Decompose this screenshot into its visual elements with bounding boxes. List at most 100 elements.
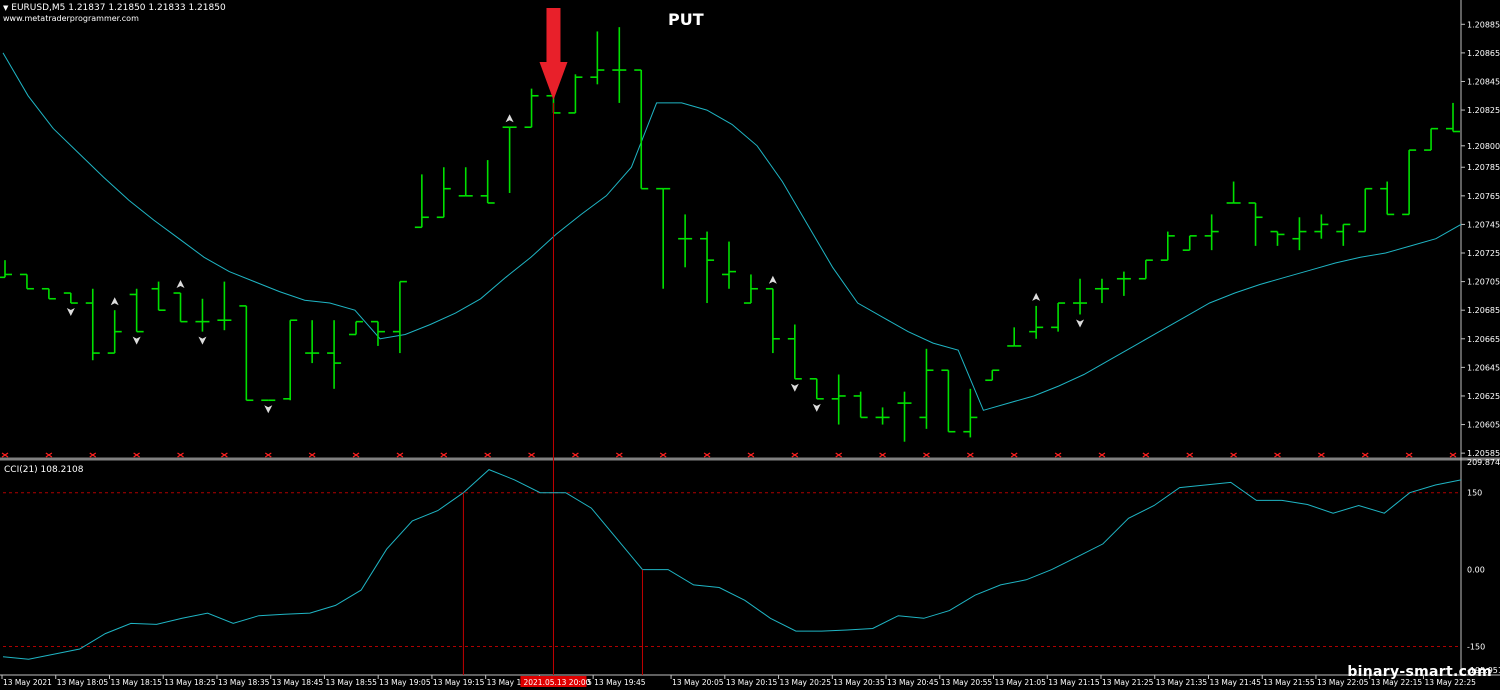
cursor-time-label: 2021.05.13 20:00 (523, 678, 590, 687)
cci-line (2, 469, 1462, 660)
bar-signal-marker (1142, 452, 1150, 458)
time-tick-label: 13 May 20:05 (672, 678, 724, 687)
price-tick-label: 1.20765 (1467, 192, 1500, 201)
up-arrow-marker (505, 114, 514, 123)
time-tick-label: 13 May 20:25 (780, 678, 832, 687)
bar-signal-marker (440, 452, 448, 458)
symbol-line: EURUSD,M5 1.21837 1.21850 1.21833 1.2185… (11, 3, 226, 13)
price-tick-label: 1.20800 (1467, 142, 1500, 151)
bar-signal-marker (1318, 452, 1325, 458)
time-tick-label: 13 May 21:05 (995, 678, 1047, 687)
bar-signal-marker (1361, 452, 1369, 458)
down-arrow-marker (790, 383, 799, 392)
up-arrow-marker (176, 280, 185, 289)
price-tick-label: 1.20665 (1467, 335, 1500, 344)
time-tick-label: 13 May 19:45 (594, 678, 646, 687)
time-tick-label: 13 May 20:45 (887, 678, 939, 687)
price-tick-label: 1.20625 (1467, 392, 1500, 401)
time-tick-label: 13 May 18:45 (272, 678, 324, 687)
cci-tick-label: 0.00 (1467, 566, 1485, 575)
down-arrow-marker (198, 336, 207, 345)
up-arrow-marker (110, 297, 119, 306)
moving-average-line (2, 52, 1462, 411)
bar-signal-marker (659, 452, 667, 458)
chart-canvas: 1.20885 1.20865 1.20845 1.20825 1.20800 1.207… (0, 0, 1500, 687)
price-tick-label: 1.20845 (1467, 77, 1500, 86)
cci-tick-label: -150 (1467, 642, 1485, 651)
time-tick-label: 13 May 18:25 (164, 678, 216, 687)
time-tick-label: 13 May 18:15 (110, 678, 162, 687)
up-arrow-marker (768, 275, 777, 284)
bar-signal-marker (396, 452, 404, 458)
price-tick-label: 1.20785 (1467, 163, 1500, 172)
time-tick-label: 13 May 2021 (3, 678, 52, 687)
down-arrow-marker (66, 308, 75, 317)
bar-signal-marker (703, 452, 711, 458)
price-tick-label: 1.20885 (1467, 20, 1500, 29)
bar-signal-marker (923, 452, 930, 458)
bar-signal-marker (791, 452, 799, 458)
bar-signal-marker (484, 452, 491, 458)
bar-signal-marker (1230, 452, 1237, 458)
down-arrow-marker (1076, 319, 1085, 328)
down-arrow-marker (264, 405, 273, 414)
time-tick-label: 13 May 18:55 (325, 678, 377, 687)
bar-signal-marker (352, 452, 360, 458)
cci-title: CCI(21) 108.2108 (4, 465, 84, 475)
bar-signal-marker (967, 452, 974, 458)
bar-signal-marker (45, 452, 53, 458)
down-arrow-marker (132, 336, 141, 345)
bar-signal-marker (1274, 452, 1281, 458)
bar-signal-marker (572, 452, 579, 458)
bar-signal-marker (89, 452, 97, 458)
bar-signal-marker (747, 452, 755, 458)
price-tick-label: 1.20865 (1467, 49, 1500, 58)
bar-signal-marker (1405, 452, 1413, 458)
bar-signal-marker (528, 452, 535, 458)
up-arrow-marker (1032, 292, 1041, 301)
bar-signal-marker (133, 452, 140, 458)
time-tick-label: 13 May 20:15 (726, 678, 778, 687)
time-tick-label: 13 May 18:35 (218, 678, 270, 687)
dropdown-triangle-icon[interactable]: ▼ (3, 4, 8, 12)
symbol-header: ▼ EURUSD,M5 1.21837 1.21850 1.21833 1.21… (3, 3, 226, 13)
time-tick-label: 13 May 18:05 (57, 678, 109, 687)
put-arrow-icon (539, 8, 568, 100)
bar-signal-marker (1010, 452, 1018, 458)
cci-tick-label: 150 (1467, 489, 1482, 498)
bar-signal-marker (177, 452, 184, 458)
price-tick-label: 1.20585 (1467, 449, 1500, 458)
bar-signal-marker (615, 452, 623, 458)
time-tick-label: 13 May 21:25 (1102, 678, 1154, 687)
price-tick-label: 1.20645 (1467, 363, 1500, 372)
time-tick-label: 13 May 21:35 (1156, 678, 1208, 687)
time-tick-label: 13 May 19:15 (433, 678, 485, 687)
time-tick-label: 13 May 21:15 (1048, 678, 1100, 687)
put-signal-label: PUT (668, 10, 704, 29)
bar-signal-marker (1098, 452, 1106, 458)
cci-tick-label: 209.8741 (1467, 458, 1500, 467)
price-tick-label: 1.20725 (1467, 249, 1500, 258)
bar-signal-marker (264, 452, 272, 458)
bar-signal-marker (1054, 452, 1062, 458)
time-tick-label: 13 May 21:55 (1263, 678, 1315, 687)
price-tick-label: 1.20705 (1467, 278, 1500, 287)
price-tick-label: 1.20745 (1467, 220, 1500, 229)
bar-signal-marker (1, 452, 9, 458)
down-arrow-marker (812, 403, 821, 412)
bar-signal-marker (879, 452, 886, 458)
bar-signal-marker (308, 452, 316, 458)
price-tick-label: 1.20825 (1467, 106, 1500, 115)
website-label: www.metatraderprogrammer.com (3, 14, 139, 23)
time-tick-label: 13 May 21:45 (1209, 678, 1261, 687)
time-tick-label: 13 May 20:55 (941, 678, 993, 687)
bar-signal-marker (835, 452, 843, 458)
time-tick-label: 13 May 20:35 (833, 678, 885, 687)
bar-signal-marker (1449, 452, 1457, 458)
watermark: binary-smart.com (1347, 664, 1492, 680)
price-tick-label: 1.20685 (1467, 306, 1500, 315)
time-tick-label: 13 May 19:05 (379, 678, 431, 687)
bar-signal-marker (1186, 452, 1194, 458)
price-tick-label: 1.20605 (1467, 421, 1500, 430)
bar-signal-marker (221, 452, 228, 458)
